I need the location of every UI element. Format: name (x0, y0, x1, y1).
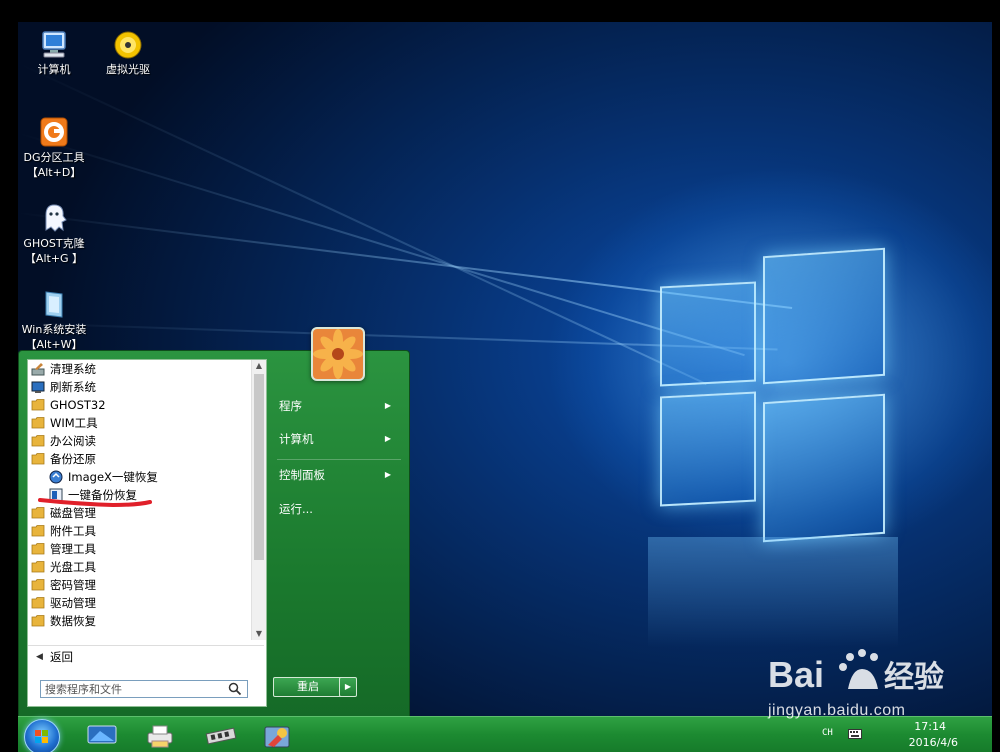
back-label: 返回 (50, 650, 73, 664)
submenu-arrow-icon: ▶ (384, 470, 391, 479)
program-item[interactable]: 密码管理 (28, 576, 250, 594)
desktop-icon-computer[interactable]: 计算机 (18, 30, 92, 77)
submenu-arrow-icon: ▶ (384, 434, 391, 443)
desktop-icon-ghost[interactable]: GHOST克隆 【Alt+G 】 (18, 202, 92, 266)
program-item[interactable]: ImageX一键恢复 (28, 468, 250, 486)
clock-date[interactable]: 2016/4/6 (909, 736, 958, 749)
computer-icon (42, 31, 66, 58)
desktop-icon-shortcut: 【Alt+G 】 (24, 252, 84, 265)
shutdown-options-button[interactable]: ▶ (339, 677, 357, 697)
start-menu: 清理系统 刷新系统 GHOST32 WIM工具 办公阅读 备份还原 ImageX一键恢复 一键… (18, 327, 410, 718)
program-item[interactable]: 附件工具 (28, 522, 250, 540)
clock-time[interactable]: 17:14 (914, 720, 946, 733)
flower-picture-icon (313, 329, 363, 379)
menu-control-panel[interactable]: 控制面板 ▶ (279, 462, 399, 488)
program-item-label: 备份还原 (50, 452, 96, 466)
program-item-label: ImageX一键恢复 (68, 470, 158, 484)
desktop-icon-label: Win系统安装 (21, 323, 87, 336)
search-input[interactable]: 搜索程序和文件 (40, 680, 248, 698)
restart-button[interactable]: 重启 (273, 677, 343, 697)
programs-pane: 清理系统 刷新系统 GHOST32 WIM工具 办公阅读 备份还原 ImageX一键恢复 一键… (27, 359, 267, 707)
program-item[interactable]: 数据恢复 (28, 612, 250, 630)
back-button[interactable]: ◀ 返回 (28, 645, 264, 668)
desktop-icon-label: 计算机 (37, 63, 71, 76)
program-item-label: 密码管理 (50, 578, 96, 592)
menu-computer[interactable]: 计算机 ▶ (279, 426, 399, 452)
folder-icon (31, 614, 45, 632)
program-item[interactable]: 备份还原 (28, 450, 250, 468)
program-item-label: 刷新系统 (50, 380, 96, 394)
menu-separator (277, 459, 401, 460)
scrollbar-thumb[interactable] (254, 374, 264, 560)
windows-flag-icon (35, 730, 48, 743)
program-item-label: 办公阅读 (50, 434, 96, 448)
svg-text:经验: 经验 (884, 660, 944, 695)
start-button[interactable] (24, 719, 60, 752)
submenu-arrow-icon: ▶ (384, 401, 391, 410)
scroll-down-icon[interactable]: ▼ (252, 628, 266, 640)
desktop-icon-win-installer[interactable]: Win系统安装 【Alt+W】 (18, 288, 92, 352)
menu-programs[interactable]: 程序 ▶ (279, 393, 399, 419)
program-item-label: 管理工具 (50, 542, 96, 556)
user-avatar[interactable] (311, 327, 365, 381)
light-beam (18, 132, 745, 357)
program-item-label: GHOST32 (50, 398, 106, 412)
desktop-icon-virtual-drive[interactable]: 虚拟光驱 (90, 30, 166, 77)
program-item-label: 数据恢复 (50, 614, 96, 628)
program-item[interactable]: 刷新系统 (28, 378, 250, 396)
program-item[interactable]: GHOST32 (28, 396, 250, 414)
search-placeholder: 搜索程序和文件 (45, 683, 122, 696)
menu-run[interactable]: 运行... (279, 496, 399, 522)
system-tray: CH 17:14 2016/4/6 (822, 717, 992, 752)
memory-icon[interactable] (204, 723, 238, 747)
desktop-icon-diskgenius[interactable]: DG分区工具 【Alt+D】 (18, 116, 92, 180)
desktop: 计算机 虚拟光驱 DG分区工具 【Alt+D】 GHOST克隆 【Alt+G 】 (18, 22, 992, 752)
program-item[interactable]: 清理系统 (28, 360, 250, 378)
watermark-site: jingyan.baidu.com (768, 702, 906, 719)
desktop-icon-label: 虚拟光驱 (106, 63, 150, 76)
scroll-up-icon[interactable]: ▲ (252, 360, 266, 372)
menu-control-panel-label: 控制面板 (279, 468, 325, 482)
desktop-icon-label: DG分区工具 (23, 151, 85, 164)
program-item[interactable]: 驱动管理 (28, 594, 250, 612)
program-item-label: 附件工具 (50, 524, 96, 538)
desktop-icon-label: GHOST克隆 (23, 237, 85, 250)
back-arrow-icon: ◀ (36, 652, 43, 662)
program-item[interactable]: WIM工具 (28, 414, 250, 432)
menu-computer-label: 计算机 (279, 432, 314, 446)
keyboard-icon[interactable] (848, 729, 862, 739)
input-method-indicator[interactable]: CH (822, 728, 833, 738)
svg-text:Bai: Bai (768, 654, 824, 695)
virtual-drive-icon (114, 31, 142, 59)
ghost-icon (45, 204, 67, 232)
display-icon[interactable] (86, 723, 118, 747)
program-list-scrollbar[interactable]: ▲ ▼ (251, 360, 266, 640)
tools-icon[interactable] (262, 723, 294, 751)
program-item-label: WIM工具 (50, 416, 98, 430)
search-icon (228, 682, 242, 696)
program-item-label: 清理系统 (50, 362, 96, 376)
program-item[interactable]: 办公阅读 (28, 432, 250, 450)
red-underline-annotation (38, 498, 152, 508)
program-item[interactable]: 管理工具 (28, 540, 250, 558)
baidu-jingyan-logo-watermark: Bai 经验 (768, 649, 944, 695)
desktop-icon-shortcut: 【Alt+D】 (26, 166, 82, 179)
program-item-label: 光盘工具 (50, 560, 96, 574)
printer-icon[interactable] (144, 723, 176, 749)
program-item[interactable]: 光盘工具 (28, 558, 250, 576)
menu-run-label: 运行... (279, 502, 313, 516)
menu-programs-label: 程序 (279, 399, 302, 413)
diskgenius-icon (40, 117, 68, 147)
windows-installer-icon (45, 291, 63, 318)
taskbar: CH 17:14 2016/4/6 (18, 716, 992, 752)
program-item-label: 驱动管理 (50, 596, 96, 610)
